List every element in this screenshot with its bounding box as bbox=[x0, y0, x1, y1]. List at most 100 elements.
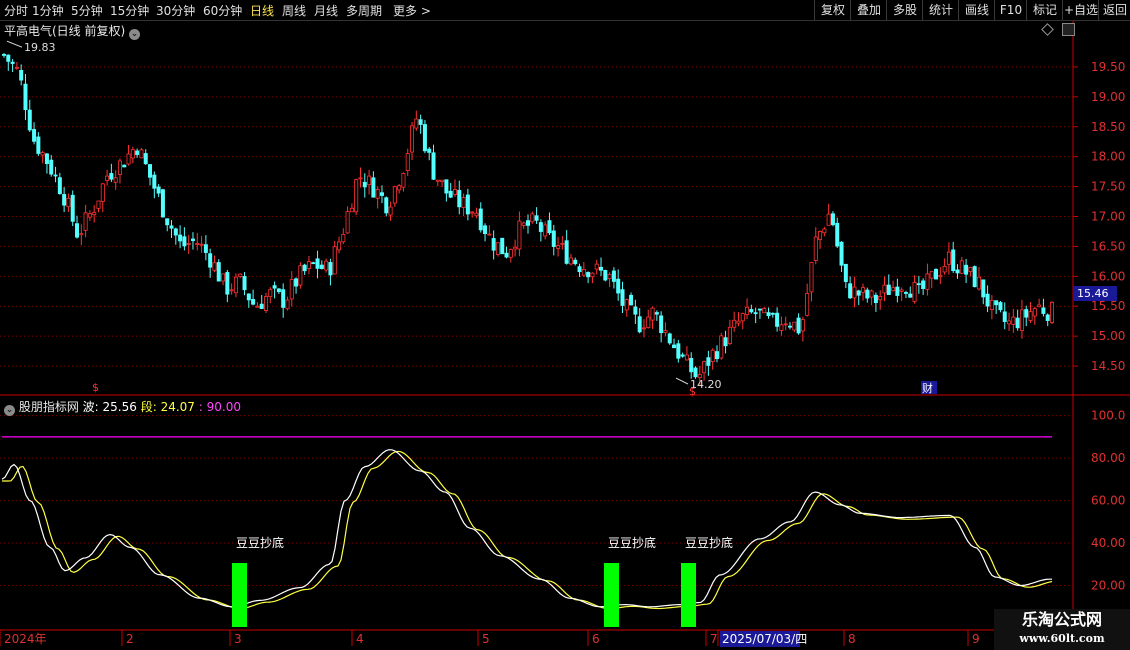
candle-body bbox=[547, 220, 552, 234]
candle-body bbox=[298, 265, 303, 286]
date-label: 9 bbox=[972, 632, 980, 646]
date-label: 5 bbox=[482, 632, 490, 646]
chart-title: 平高电气(日线 前复权) bbox=[4, 24, 126, 38]
toolbar-button-7[interactable]: +自选 bbox=[1062, 0, 1099, 20]
period-tab-3[interactable]: 15分钟 bbox=[110, 2, 149, 19]
date-label: 2 bbox=[126, 632, 134, 646]
candle-body bbox=[10, 61, 15, 64]
toolbar-button-5[interactable]: F10 bbox=[994, 0, 1027, 20]
period-tab-0[interactable]: 分时 bbox=[4, 2, 28, 19]
candle-body bbox=[79, 233, 84, 236]
chevron-down-icon[interactable]: ⌄ bbox=[4, 405, 15, 416]
indicator-name[interactable]: 股朋指标网 bbox=[19, 400, 79, 414]
candle-body bbox=[955, 269, 960, 274]
period-tab-6[interactable]: 日线 bbox=[250, 2, 274, 19]
candle-body bbox=[448, 190, 453, 198]
candle-body bbox=[470, 211, 475, 214]
candle-body bbox=[324, 260, 329, 271]
candle-body bbox=[203, 244, 208, 253]
candle-body bbox=[912, 282, 917, 302]
finance-marker: 财 bbox=[922, 381, 933, 395]
candle-body bbox=[117, 160, 122, 175]
candle-body bbox=[732, 319, 737, 328]
toolbar-button-4[interactable]: 画线 bbox=[958, 0, 995, 20]
candle-body bbox=[929, 271, 934, 279]
candle-body bbox=[414, 118, 419, 129]
price-tick-label: 16.50 bbox=[1091, 239, 1125, 253]
candle-body bbox=[66, 197, 71, 208]
pin-icon[interactable] bbox=[1062, 23, 1075, 36]
date-label: 8 bbox=[848, 632, 856, 646]
period-tab-5[interactable]: 60分钟 bbox=[203, 2, 242, 19]
candle-body bbox=[624, 299, 629, 311]
candle-body bbox=[109, 173, 114, 180]
candle-body bbox=[362, 181, 367, 188]
candle-body bbox=[156, 186, 161, 194]
candle-body bbox=[934, 268, 939, 280]
candle-body bbox=[723, 337, 728, 347]
indicator-tick-label: 60.00 bbox=[1091, 494, 1125, 508]
candle-body bbox=[835, 222, 840, 247]
stock-chart[interactable]: 19.50 19.00 18.50 18.00 17.50 17.00 16.50 16.00… bbox=[0, 0, 1130, 650]
period-tab-10[interactable]: 更多 > bbox=[393, 2, 431, 19]
price-tick-label: 18.00 bbox=[1091, 150, 1125, 164]
candle-body bbox=[246, 293, 251, 301]
period-tab-4[interactable]: 30分钟 bbox=[156, 2, 195, 19]
candle-body bbox=[659, 315, 664, 334]
toolbar-button-8[interactable]: 返回 bbox=[1098, 0, 1130, 20]
candle-body bbox=[281, 289, 286, 308]
period-tab-9[interactable]: 多周期 bbox=[346, 2, 382, 19]
period-tab-7[interactable]: 周线 bbox=[282, 2, 306, 19]
candle-body bbox=[487, 233, 492, 236]
candle-body bbox=[306, 261, 311, 269]
candle-body bbox=[242, 275, 247, 291]
candle-body bbox=[1024, 309, 1029, 318]
candle-body bbox=[611, 270, 616, 282]
candle-body bbox=[629, 294, 634, 306]
toolbar-button-6[interactable]: 标记 bbox=[1026, 0, 1063, 20]
candle-body bbox=[135, 150, 140, 155]
candle-body bbox=[964, 264, 969, 275]
chevron-down-icon[interactable]: ⌄ bbox=[129, 29, 141, 40]
watermark: 乐淘公式网 www.60lt.com bbox=[994, 609, 1130, 650]
high-label: 19.83 bbox=[24, 41, 56, 54]
indicator-header: ⌄ 股朋指标网 波: 25.56 段: 24.07 : 90.00 bbox=[4, 398, 241, 416]
candle-body bbox=[182, 236, 187, 247]
candle-body bbox=[341, 233, 346, 243]
candle-body bbox=[852, 286, 857, 299]
period-tab-8[interactable]: 月线 bbox=[314, 2, 338, 19]
candle-body bbox=[586, 272, 591, 278]
candle-body bbox=[873, 294, 878, 304]
candle-body bbox=[62, 194, 67, 206]
candle-body bbox=[311, 262, 316, 265]
candle-body bbox=[590, 272, 595, 278]
candle-body bbox=[328, 262, 333, 276]
candle-body bbox=[367, 175, 372, 186]
candle-body bbox=[1045, 314, 1050, 321]
price-tick-label: 19.50 bbox=[1091, 60, 1125, 74]
candle-body bbox=[826, 213, 831, 226]
period-tab-2[interactable]: 5分钟 bbox=[71, 2, 103, 19]
indicator-tick-label: 40.00 bbox=[1091, 536, 1125, 550]
watermark-title: 乐淘公式网 bbox=[1021, 610, 1102, 629]
toolbar-button-2[interactable]: 多股 bbox=[886, 0, 923, 20]
candle-body bbox=[139, 149, 144, 159]
candle-body bbox=[255, 305, 260, 308]
candle-body bbox=[830, 213, 835, 226]
candle-body bbox=[745, 306, 750, 315]
candle-body bbox=[775, 312, 780, 327]
candle-body bbox=[903, 292, 908, 294]
candle-body bbox=[92, 212, 97, 216]
period-tab-1[interactable]: 1分钟 bbox=[32, 2, 64, 19]
toolbar-button-0[interactable]: 复权 bbox=[814, 0, 851, 20]
candle-body bbox=[221, 273, 226, 282]
candle-body bbox=[87, 213, 92, 218]
toolbar-button-1[interactable]: 叠加 bbox=[850, 0, 887, 20]
candle-body bbox=[401, 173, 406, 188]
toolbar-button-3[interactable]: 统计 bbox=[922, 0, 959, 20]
candle-body bbox=[57, 177, 62, 195]
candle-body bbox=[938, 275, 943, 278]
candle-body bbox=[599, 266, 604, 271]
candle-body bbox=[843, 263, 848, 282]
candle-body bbox=[6, 54, 11, 62]
